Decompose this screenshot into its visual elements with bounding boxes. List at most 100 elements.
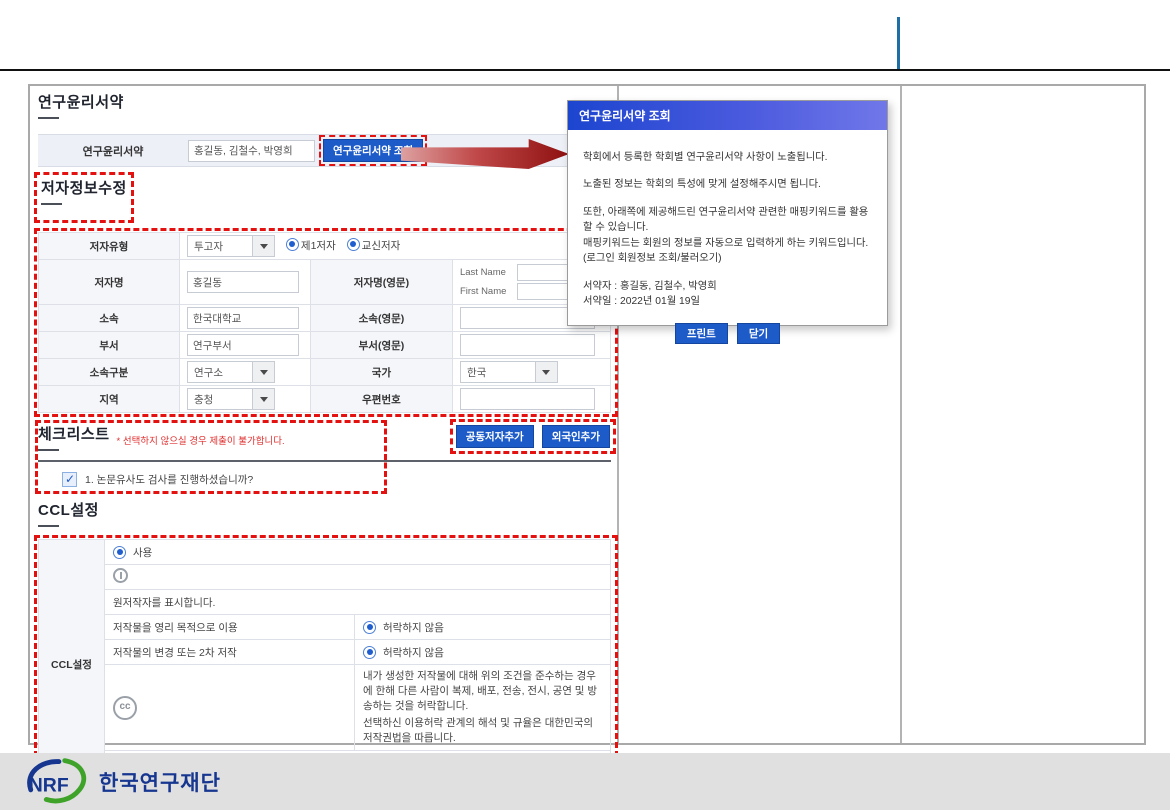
derivative-label: 저작물의 변경 또는 2차 저작 xyxy=(105,640,355,665)
zip-input[interactable] xyxy=(460,388,595,410)
close-button[interactable]: 닫기 xyxy=(737,323,780,344)
ccl-section-title-block: CCL설정 xyxy=(38,499,614,527)
author-type-dropdown[interactable]: 투고자 xyxy=(187,235,275,257)
affiliation-type-dropdown[interactable]: 연구소 xyxy=(187,361,275,383)
table-row: 저작물의 변경 또는 2차 저작 허락하지 않음 xyxy=(39,640,611,665)
country-dropdown[interactable]: 한국 xyxy=(460,361,558,383)
modal-line-4: 매핑키워드는 회원의 정보를 자동으로 입력하게 하는 키워드입니다. xyxy=(583,236,872,251)
modal-line-5: (로그인 회원정보 조회/불러오기) xyxy=(583,251,872,266)
pledge-input[interactable] xyxy=(188,140,315,162)
top-vertical-divider xyxy=(897,17,900,69)
table-row: 소속 소속(영문) xyxy=(39,305,611,332)
top-divider xyxy=(0,69,1170,71)
author-add-buttons-annotation: 공동저자추가 외국인추가 xyxy=(456,425,610,448)
add-coauthor-button[interactable]: 공동저자추가 xyxy=(456,425,534,448)
cc-statement-2: 선택하신 이용허락 관계의 해석 및 규율은 대한민국의 저작권법을 따릅니다. xyxy=(363,716,602,746)
chevron-down-icon xyxy=(260,244,268,249)
similarity-check-checkbox[interactable] xyxy=(62,472,77,487)
modal-date: 서약일 : 2022년 01월 19일 xyxy=(583,294,872,309)
dropdown-arrow-button[interactable] xyxy=(252,362,274,382)
author-name-input[interactable] xyxy=(187,271,299,293)
table-row: 지역 충청 우편번호 xyxy=(39,386,611,413)
modal-signer: 서약자 : 홍길동, 김철수, 박영희 xyxy=(583,279,872,294)
author-name-label: 저자명 xyxy=(39,260,180,305)
corresponding-author-radio-label: 교신저자 xyxy=(362,240,401,252)
author-name-en-label: 저자명(영문) xyxy=(310,260,452,305)
print-button[interactable]: 프린트 xyxy=(675,323,728,344)
derivative-not-allowed-label: 허락하지 않음 xyxy=(383,645,444,660)
page-title: 연구윤리서약 xyxy=(38,91,614,112)
modal-line-3: 또한, 아래쪽에 제공해드린 연구윤리서약 관련한 매핑키워드를 활용할 수 있… xyxy=(583,205,872,236)
commercial-not-allowed-radio[interactable] xyxy=(363,621,376,634)
first-author-radio[interactable] xyxy=(286,238,299,251)
similarity-check-label: 1. 논문유사도 검사를 진행하셨습니까? xyxy=(85,472,253,487)
dropdown-arrow-button[interactable] xyxy=(252,236,274,256)
title-underline xyxy=(38,117,59,119)
affiliation-input[interactable] xyxy=(187,307,299,329)
department-label: 부서 xyxy=(39,332,180,359)
author-section-title: 저자정보수정 xyxy=(41,177,127,198)
author-section-title-annotation: 저자정보수정 xyxy=(34,172,134,223)
department-input[interactable] xyxy=(187,334,299,356)
dropdown-arrow-button[interactable] xyxy=(252,389,274,409)
zip-label: 우편번호 xyxy=(310,386,452,413)
ccl-table: CCL설정 사용 원저작자를 표시합니다. 저작물을 영리 목적으로 이용 xyxy=(38,539,611,789)
commercial-use-label: 저작물을 영리 목적으로 이용 xyxy=(105,615,355,640)
affiliation-type-label: 소속구분 xyxy=(39,359,180,386)
author-title-underline xyxy=(41,203,62,205)
table-row: 저자유형 투고자 제1저자 교신저자 xyxy=(39,233,611,260)
add-foreigner-button[interactable]: 외국인추가 xyxy=(542,425,610,448)
nrf-logo-text: NRF xyxy=(29,774,69,796)
modal-title: 연구윤리서약 조회 xyxy=(568,101,887,130)
ccl-header-cell: CCL설정 xyxy=(39,540,105,789)
pledge-label: 연구윤리서약 xyxy=(38,143,188,159)
checklist-title-underline xyxy=(38,449,59,451)
checklist-section: 체크리스트 * 선택하지 않으실 경우 제출이 불가합니다. 공동저자추가 외국인… xyxy=(38,423,614,487)
panel-divider-right xyxy=(900,86,902,743)
author-table-annotation: 저자유형 투고자 제1저자 교신저자 xyxy=(38,232,614,413)
department-en-label: 부서(영문) xyxy=(310,332,452,359)
modal-line-1: 학회에서 등록한 학회별 연구윤리서약 사항이 노출됩니다. xyxy=(583,150,872,165)
ccl-table-annotation: CCL설정 사용 원저작자를 표시합니다. 저작물을 영리 목적으로 이용 xyxy=(38,539,614,789)
pledge-search-modal: 연구윤리서약 조회 학회에서 등록한 학회별 연구윤리서약 사항이 노출됩니다.… xyxy=(567,100,888,326)
region-dropdown[interactable]: 충청 xyxy=(187,388,275,410)
affiliation-en-label: 소속(영문) xyxy=(310,305,452,332)
form-panel: 연구윤리서약 연구윤리서약 연구윤리서약 조회 저자정보수정 저자유형 xyxy=(38,91,614,810)
dropdown-arrow-button[interactable] xyxy=(535,362,557,382)
author-type-value: 투고자 xyxy=(188,239,229,254)
chevron-down-icon xyxy=(542,370,550,375)
checklist-item: 1. 논문유사도 검사를 진행하셨습니까? xyxy=(62,471,614,487)
cc-statement-1: 내가 생성한 저작물에 대해 위의 조건을 준수하는 경우에 한해 다른 사람이… xyxy=(363,669,602,715)
author-type-label: 저자유형 xyxy=(39,233,180,260)
ccl-use-label: 사용 xyxy=(133,545,152,560)
organization-name: 한국연구재단 xyxy=(99,767,221,797)
table-row: 원저작자를 표시합니다. xyxy=(39,590,611,615)
country-label: 국가 xyxy=(310,359,452,386)
affiliation-type-value: 연구소 xyxy=(188,365,229,380)
modal-line-2: 노출된 정보는 학회의 특성에 맞게 설정해주시면 됩니다. xyxy=(583,177,872,192)
derivative-not-allowed-radio[interactable] xyxy=(363,646,376,659)
checklist-required-note: * 선택하지 않으실 경우 제출이 불가합니다. xyxy=(117,436,285,447)
checklist-title: 체크리스트 xyxy=(38,426,110,443)
cc-by-icon xyxy=(113,568,128,583)
ccl-title-underline xyxy=(38,525,59,527)
footer: NRF 한국연구재단 xyxy=(0,753,1170,810)
table-row xyxy=(39,565,611,590)
ccl-section-title: CCL설정 xyxy=(38,499,614,520)
table-row: 내가 생성한 저작물에 대해 위의 조건을 준수하는 경우에 한해 다른 사람이… xyxy=(39,665,611,751)
first-author-radio-label: 제1저자 xyxy=(301,240,336,252)
region-value: 충청 xyxy=(188,392,219,407)
attribution-note: 원저작자를 표시합니다. xyxy=(105,590,611,615)
first-name-label: First Name xyxy=(460,286,512,297)
last-name-label: Last Name xyxy=(460,267,512,278)
table-row: CCL설정 사용 xyxy=(39,540,611,565)
nrf-logo-icon: NRF xyxy=(22,758,90,806)
page: 연구윤리서약 연구윤리서약 연구윤리서약 조회 저자정보수정 저자유형 xyxy=(0,0,1170,810)
section-divider xyxy=(38,460,611,462)
country-value: 한국 xyxy=(461,365,492,380)
region-label: 지역 xyxy=(39,386,180,413)
table-row: 저자명 저자명(영문) Last Name First Name xyxy=(39,260,611,305)
corresponding-author-radio[interactable] xyxy=(347,238,360,251)
table-row: 소속구분 연구소 국가 한국 xyxy=(39,359,611,386)
ccl-use-radio[interactable] xyxy=(113,546,126,559)
